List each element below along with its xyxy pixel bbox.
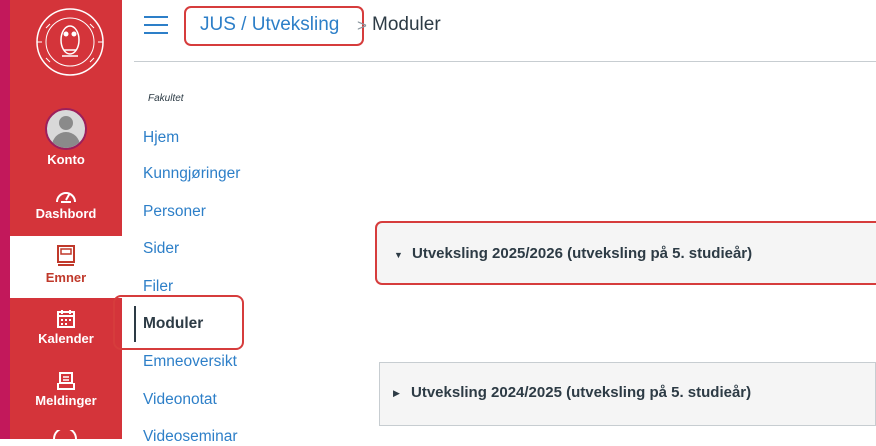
module-title: Utveksling 2025/2026 (utveksling på 5. s… — [412, 245, 753, 262]
module-header-2024-2025[interactable]: ▶ Utveksling 2024/2025 (utveksling på 5.… — [379, 362, 876, 426]
global-nav-meldinger[interactable]: Meldinger — [10, 371, 122, 408]
inbox-icon — [57, 372, 75, 390]
global-nav-label: Meldinger — [35, 393, 97, 408]
breadcrumb-course-link[interactable]: JUS / Utveksling — [200, 14, 339, 36]
course-nav-moduler[interactable]: Moduler — [143, 315, 203, 333]
course-nav-section-label: Fakultet — [148, 93, 184, 104]
active-nav-indicator — [134, 306, 136, 342]
header-divider — [134, 61, 876, 62]
breadcrumb-current-page: Moduler — [372, 14, 441, 35]
course-nav-hjem[interactable]: Hjem — [143, 129, 179, 147]
module-header-2025-2026[interactable]: ▼ Utveksling 2025/2026 (utveksling på 5.… — [375, 221, 876, 285]
account-avatar-icon — [45, 108, 87, 150]
global-nav-kalender[interactable]: Kalender — [10, 309, 122, 346]
global-navigation: Konto Dashbord Emner Kalender Meldinger — [0, 0, 122, 439]
global-nav-emner[interactable]: Emner — [10, 236, 122, 298]
global-nav-label: Konto — [47, 152, 85, 167]
course-nav-emneoversikt[interactable]: Emneoversikt — [143, 353, 237, 371]
global-nav-dashbord[interactable]: Dashbord — [10, 186, 122, 221]
breadcrumb-separator: > — [357, 16, 367, 35]
course-nav-personer[interactable]: Personer — [143, 203, 206, 221]
course-nav-sider[interactable]: Sider — [143, 240, 179, 258]
course-nav-kunngjoringer[interactable]: Kunngjøringer — [143, 165, 240, 183]
module-title: Utveksling 2024/2025 (utveksling på 5. s… — [411, 384, 752, 401]
calendar-icon — [57, 310, 75, 328]
global-nav-label: Dashbord — [35, 206, 97, 221]
dashboard-icon — [56, 192, 76, 203]
global-nav-label: Emner — [45, 270, 87, 285]
triangle-down-icon: ▼ — [394, 250, 403, 260]
course-nav-videoseminar[interactable]: Videoseminar — [143, 428, 238, 446]
hamburger-icon[interactable] — [144, 16, 168, 34]
triangle-right-icon: ▶ — [393, 388, 400, 398]
more-nav-icon[interactable] — [52, 430, 78, 439]
courses-icon — [57, 245, 75, 266]
global-nav-konto[interactable]: Konto — [10, 108, 122, 167]
university-seal-logo[interactable] — [24, 6, 116, 78]
global-nav-label: Kalender — [38, 331, 94, 346]
course-nav-filer[interactable]: Filer — [143, 278, 173, 296]
course-nav-videonotat[interactable]: Videonotat — [143, 391, 217, 409]
